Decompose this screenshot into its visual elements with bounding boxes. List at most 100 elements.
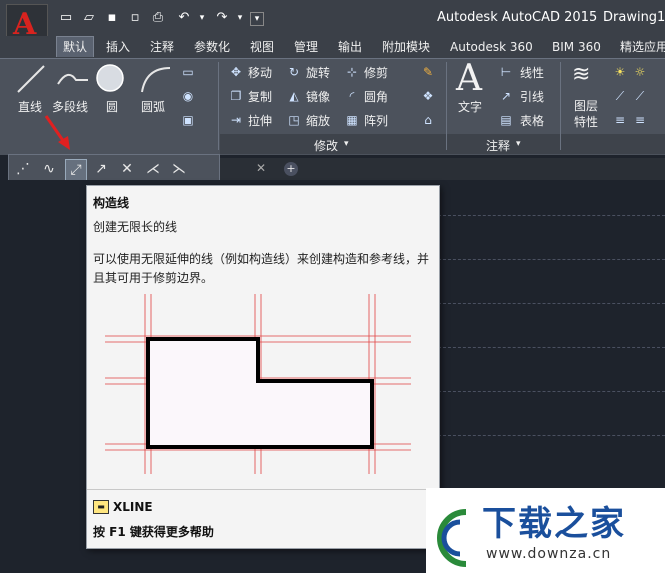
open-folder-icon[interactable]: ▱ (81, 10, 97, 26)
text-icon[interactable]: A (456, 58, 482, 99)
chevron-down-icon[interactable]: ▾ (516, 139, 521, 149)
tab-bim-360[interactable]: BIM 360 (546, 38, 607, 56)
table-button[interactable]: 表格 (520, 112, 544, 129)
watermark-logo-icon (437, 509, 467, 567)
modify-panel-title[interactable]: 修改 (314, 137, 338, 154)
stretch-button[interactable]: 拉伸 (248, 112, 272, 129)
fillet-icon[interactable]: ◜ (344, 88, 360, 104)
linear-button[interactable]: 线性 (520, 64, 544, 81)
undo-dropdown-icon[interactable]: ▾ (194, 10, 210, 26)
xline-illustration (105, 294, 411, 474)
grid-line (438, 215, 665, 216)
divide-icon[interactable]: ⋋ (169, 159, 189, 179)
tooltip-description: 可以使用无限延伸的线（例如构造线）来创建构造和参考线，并且其可用于修剪边界。 (93, 252, 430, 285)
copy-button[interactable]: 复制 (248, 88, 272, 105)
circle-button[interactable]: 圆 (106, 98, 118, 115)
panel-separator (446, 62, 447, 150)
tab-featured-apps[interactable]: 精选应用 (614, 38, 665, 56)
explode-icon[interactable]: ❖ (420, 88, 436, 104)
table-icon[interactable]: ▤ (498, 112, 514, 128)
tab-parametric[interactable]: 参数化 (188, 38, 236, 56)
tab-default[interactable]: 默认 (56, 36, 95, 57)
scale-icon[interactable]: ◳ (286, 112, 302, 128)
fillet-button[interactable]: 圆角 (364, 88, 388, 105)
grid-line (438, 435, 665, 436)
mirror-icon[interactable]: ◭ (286, 88, 302, 104)
save-icon[interactable]: ▪ (104, 10, 120, 26)
panel-separator (218, 62, 219, 150)
save-as-icon[interactable]: ▫ (127, 10, 143, 26)
print-icon[interactable]: ⎙ (150, 10, 166, 26)
tooltip-subtitle: 创建无限长的线 (93, 220, 178, 234)
array-button[interactable]: 阵列 (364, 112, 388, 129)
annotation-panel-title[interactable]: 注释 (486, 137, 510, 154)
leader-icon[interactable]: ↗ (498, 88, 514, 104)
array-icon[interactable]: ▦ (344, 112, 360, 128)
draw-tools-icons (17, 64, 171, 93)
xline-icon[interactable]: ✕ (117, 159, 137, 179)
multiline-icon[interactable]: ⋌ (143, 159, 163, 179)
line-button[interactable]: 直线 (18, 98, 42, 115)
grid-line (438, 303, 665, 304)
layer-tool-icon[interactable]: ⟋ (632, 88, 648, 104)
undo-icon[interactable]: ↶ (176, 10, 192, 26)
command-line-icon: ▬ (93, 500, 109, 514)
layer-tool-icon[interactable]: ≡ (632, 112, 648, 128)
layer-tool-icon[interactable]: ⟋ (612, 88, 628, 104)
trim-button[interactable]: 修剪 (364, 64, 388, 81)
tooltip-help: 按 F1 键获得更多帮助 (93, 525, 214, 539)
point-icon[interactable]: ⋰ (13, 159, 33, 179)
copy-icon[interactable]: ❐ (228, 88, 244, 104)
rotate-icon[interactable]: ↻ (286, 64, 302, 80)
tab-autodesk-360[interactable]: Autodesk 360 (444, 38, 539, 56)
new-file-icon[interactable]: ▭ (58, 10, 74, 26)
watermark: 下载之家 www.downza.cn (426, 488, 665, 573)
grid-line (438, 347, 665, 348)
chevron-down-icon[interactable]: ▾ (344, 139, 349, 149)
layer-properties-button[interactable]: 图层 特性 (574, 98, 598, 130)
tab-manage[interactable]: 管理 (288, 38, 324, 56)
leader-button[interactable]: 引线 (520, 88, 544, 105)
offset-icon[interactable]: ⌂ (420, 112, 436, 128)
red-arrow-icon (44, 115, 70, 150)
light-bulb-icon[interactable]: ☀ (612, 64, 628, 80)
new-tab-icon[interactable]: + (284, 162, 298, 176)
grid-line (438, 259, 665, 260)
redo-icon[interactable]: ↷ (214, 10, 230, 26)
trim-icon[interactable]: ⊹ (344, 64, 360, 80)
stretch-icon[interactable]: ⇥ (228, 112, 244, 128)
rectangle-icon[interactable]: ▭ (180, 64, 196, 80)
tab-view[interactable]: 视图 (244, 38, 280, 56)
boundary-icon[interactable]: ▣ (180, 112, 196, 128)
tooltip-command: XLINE (113, 500, 153, 514)
arc-button[interactable]: 圆弧 (141, 98, 165, 115)
text-button[interactable]: 文字 (458, 98, 482, 115)
hatch-icon[interactable]: ◉ (180, 88, 196, 104)
tooltip-title: 构造线 (93, 196, 130, 210)
customize-toolbar-icon[interactable]: ▾ (250, 12, 264, 26)
move-icon[interactable]: ✥ (228, 64, 244, 80)
move-button[interactable]: 移动 (248, 64, 272, 81)
construction-line-icon[interactable]: ⤢ (65, 159, 87, 181)
ray-icon[interactable]: ↗ (91, 159, 111, 179)
tab-output[interactable]: 输出 (332, 38, 368, 56)
tab-insert[interactable]: 插入 (100, 38, 136, 56)
tab-annotate[interactable]: 注释 (144, 38, 180, 56)
close-tab-icon[interactable]: ✕ (256, 161, 266, 175)
rotate-button[interactable]: 旋转 (306, 64, 330, 81)
ribbon-panel-titles (220, 134, 665, 154)
linear-dimension-icon[interactable]: ⊢ (498, 64, 514, 80)
command-tooltip: 构造线 创建无限长的线 可以使用无限延伸的线（例如构造线）来创建构造和参考线，并… (86, 185, 440, 549)
layer-tool-icon[interactable]: ≡ (612, 112, 628, 128)
redo-dropdown-icon[interactable]: ▾ (232, 10, 248, 26)
erase-icon[interactable]: ✎ (420, 64, 436, 80)
scale-button[interactable]: 缩放 (306, 112, 330, 129)
tab-addins[interactable]: 附加模块 (376, 38, 436, 56)
sun-icon[interactable]: ☼ (632, 64, 648, 80)
spline-icon[interactable]: ∿ (39, 159, 59, 179)
mirror-button[interactable]: 镜像 (306, 88, 330, 105)
watermark-text: 下载之家 (482, 504, 626, 544)
watermark-url: www.downza.cn (486, 546, 612, 562)
file-tab-bar: ✕ + (220, 158, 665, 180)
layer-properties-icon[interactable]: ≋ (572, 62, 590, 87)
